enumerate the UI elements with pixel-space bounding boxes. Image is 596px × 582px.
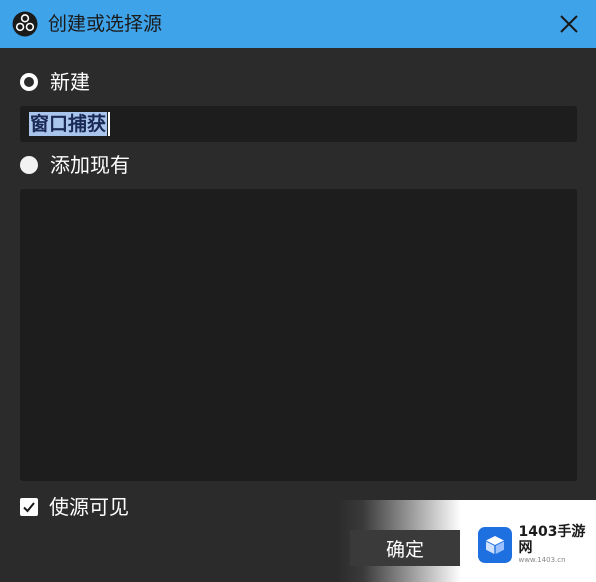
radio-new[interactable]: 新建 (20, 69, 90, 95)
ok-button[interactable]: 确定 (350, 530, 460, 566)
source-name-selected-text: 窗口捕获 (29, 112, 108, 136)
make-visible-checkbox-row[interactable]: 使源可见 (20, 494, 129, 520)
close-icon[interactable] (554, 9, 584, 39)
source-name-input[interactable]: 窗口捕获 (20, 106, 577, 142)
existing-sources-list[interactable] (20, 189, 577, 481)
checkbox-checked-icon[interactable] (20, 498, 38, 516)
radio-checked-icon[interactable] (20, 73, 38, 91)
watermark-cube-icon (478, 526, 513, 563)
watermark: 1403手游网 www.1403.cn (478, 524, 596, 565)
radio-add-existing[interactable]: 添加现有 (20, 152, 130, 178)
window-title: 创建或选择源 (48, 13, 163, 35)
title-bar: 创建或选择源 (0, 0, 596, 48)
text-caret (108, 112, 111, 136)
radio-new-label: 新建 (50, 70, 90, 94)
watermark-url: www.1403.cn (518, 556, 566, 564)
obs-logo-icon (12, 11, 38, 37)
make-visible-label: 使源可见 (49, 495, 129, 519)
radio-unchecked-icon[interactable] (20, 156, 38, 174)
watermark-name: 1403手游网 (518, 524, 586, 556)
radio-add-existing-label: 添加现有 (50, 153, 130, 177)
